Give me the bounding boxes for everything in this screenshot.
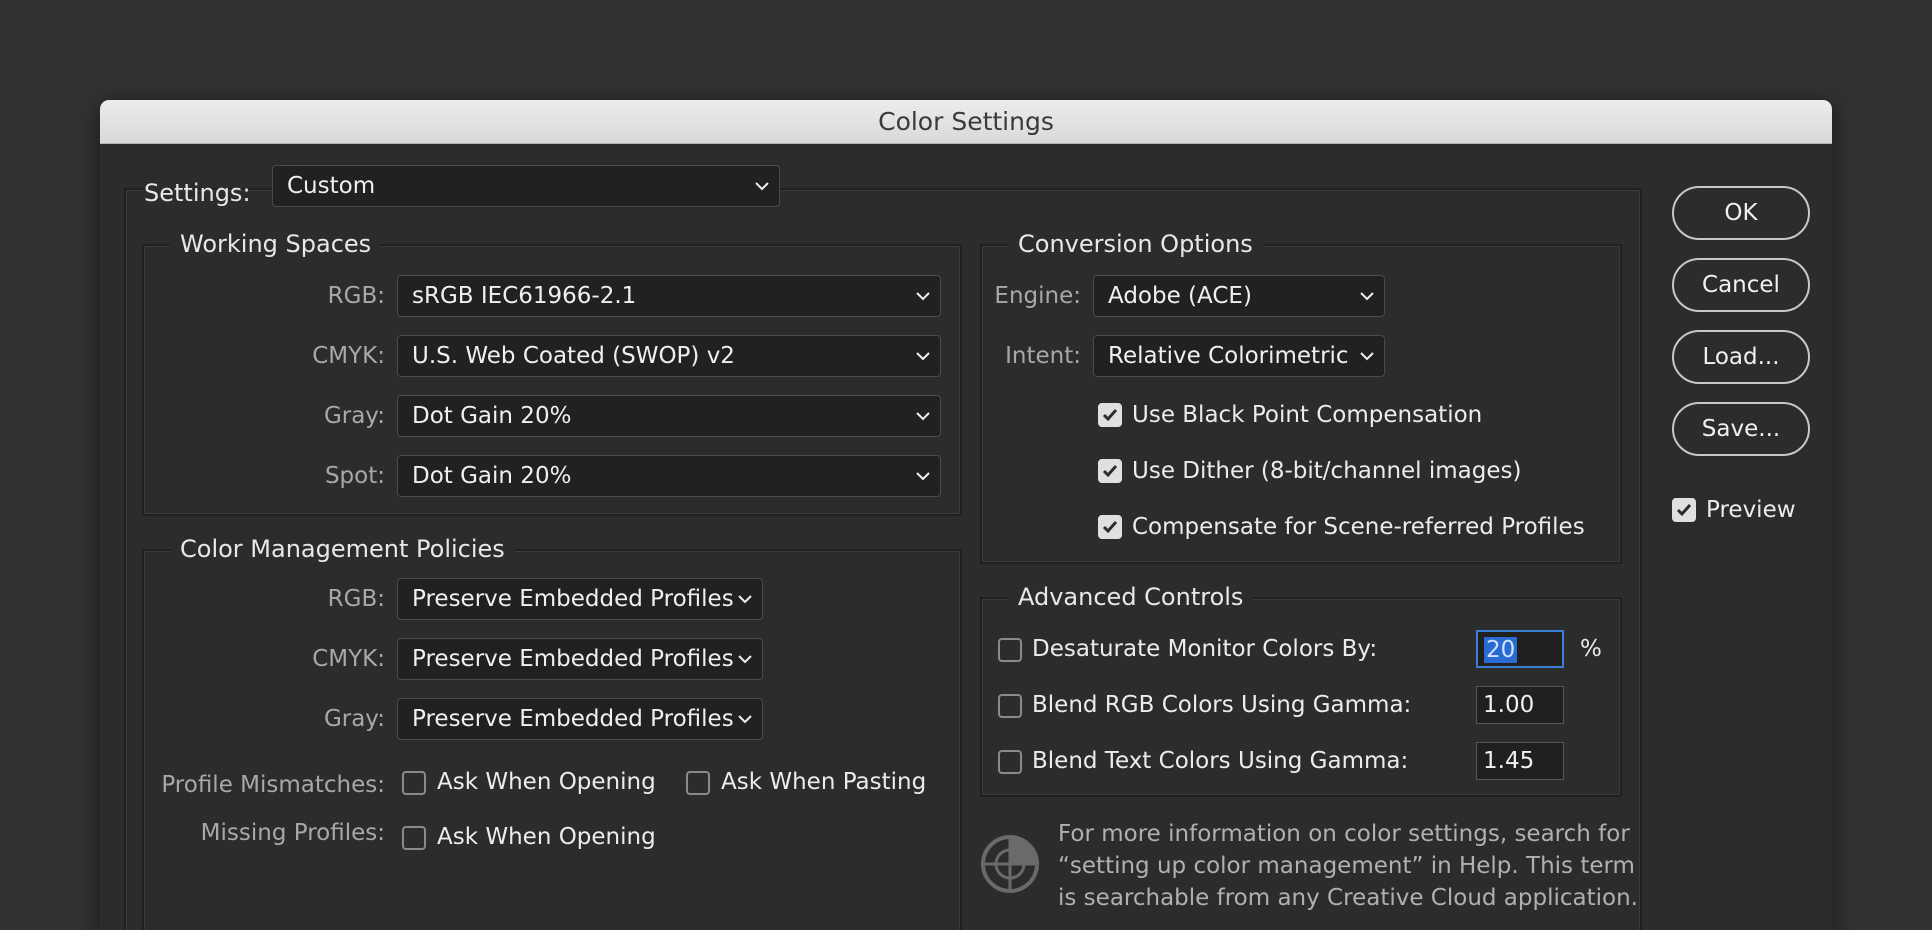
blend-rgb-input[interactable]: 1.00	[1476, 686, 1564, 724]
ws-rgb-label: RGB:	[327, 283, 385, 309]
ws-spot-label: Spot:	[324, 463, 385, 489]
save-button[interactable]: Save...	[1672, 402, 1810, 456]
missing-ask-when-opening-label: Ask When Opening	[437, 824, 656, 850]
policy-cmyk-label: CMYK:	[312, 646, 385, 672]
ws-gray-value: Dot Gain 20%	[412, 403, 572, 429]
color-settings-info-icon	[981, 835, 1039, 893]
policies-title: Color Management Policies	[170, 534, 515, 564]
chevron-down-icon	[738, 595, 752, 604]
working-spaces-title: Working Spaces	[170, 229, 382, 259]
desaturate-unit: %	[1580, 636, 1602, 662]
policy-rgb-select[interactable]: Preserve Embedded Profiles	[397, 578, 763, 620]
advanced-title: Advanced Controls	[1008, 582, 1254, 612]
policy-gray-label: Gray:	[323, 706, 385, 732]
ws-spot-value: Dot Gain 20%	[412, 463, 572, 489]
ok-button[interactable]: OK	[1672, 186, 1810, 240]
checkmark-icon	[1102, 465, 1118, 478]
ws-spot-select[interactable]: Dot Gain 20%	[397, 455, 941, 497]
info-line-3: is searchable from any Creative Cloud ap…	[1058, 885, 1638, 911]
chevron-down-icon	[1360, 292, 1374, 301]
policy-rgb-label: RGB:	[327, 586, 385, 612]
policy-gray-value: Preserve Embedded Profiles	[412, 706, 734, 732]
conversion-title: Conversion Options	[1008, 229, 1263, 259]
blend-text-label: Blend Text Colors Using Gamma:	[1032, 748, 1409, 774]
intent-value: Relative Colorimetric	[1108, 343, 1349, 369]
checkmark-icon	[1102, 521, 1118, 534]
chevron-down-icon	[916, 472, 930, 481]
load-button[interactable]: Load...	[1672, 330, 1810, 384]
policy-gray-select[interactable]: Preserve Embedded Profiles	[397, 698, 763, 740]
window-title: Color Settings	[100, 100, 1832, 144]
policy-rgb-value: Preserve Embedded Profiles	[412, 586, 734, 612]
checkmark-icon	[1676, 504, 1692, 517]
policy-cmyk-select[interactable]: Preserve Embedded Profiles	[397, 638, 763, 680]
ask-when-opening-checkbox[interactable]	[402, 771, 426, 795]
settings-select[interactable]: Custom	[272, 165, 780, 207]
blend-text-checkbox[interactable]	[998, 750, 1022, 774]
intent-select[interactable]: Relative Colorimetric	[1093, 335, 1385, 377]
ask-when-opening-label: Ask When Opening	[437, 769, 656, 795]
blend-text-input[interactable]: 1.45	[1476, 742, 1564, 780]
chevron-down-icon	[916, 292, 930, 301]
preview-label: Preview	[1706, 497, 1796, 523]
missing-ask-when-opening-checkbox[interactable]	[402, 826, 426, 850]
ws-cmyk-label: CMYK:	[312, 343, 385, 369]
blend-rgb-value: 1.00	[1483, 692, 1535, 718]
blend-text-value: 1.45	[1483, 748, 1535, 774]
info-text: For more information on color settings, …	[1058, 818, 1638, 914]
policy-cmyk-value: Preserve Embedded Profiles	[412, 646, 734, 672]
missing-profiles-label: Missing Profiles:	[200, 820, 385, 846]
chevron-down-icon	[738, 715, 752, 724]
chevron-down-icon	[738, 655, 752, 664]
engine-value: Adobe (ACE)	[1108, 283, 1252, 309]
settings-label: Settings:	[144, 179, 251, 207]
ws-rgb-select[interactable]: sRGB IEC61966-2.1	[397, 275, 941, 317]
chevron-down-icon	[916, 352, 930, 361]
ws-gray-label: Gray:	[323, 403, 385, 429]
scene-referred-label: Compensate for Scene-referred Profiles	[1132, 514, 1585, 540]
black-point-compensation-label: Use Black Point Compensation	[1132, 402, 1483, 428]
profile-mismatches-label: Profile Mismatches:	[161, 772, 385, 798]
cancel-button[interactable]: Cancel	[1672, 258, 1810, 312]
checkmark-icon	[1102, 409, 1118, 422]
chevron-down-icon	[755, 182, 769, 191]
settings-value: Custom	[287, 173, 376, 199]
ws-cmyk-value: U.S. Web Coated (SWOP) v2	[412, 343, 735, 369]
preview-checkbox[interactable]	[1672, 498, 1696, 522]
intent-label: Intent:	[1005, 343, 1081, 369]
black-point-compensation-checkbox[interactable]	[1098, 403, 1122, 427]
desaturate-checkbox[interactable]	[998, 638, 1022, 662]
engine-select[interactable]: Adobe (ACE)	[1093, 275, 1385, 317]
engine-label: Engine:	[994, 283, 1081, 309]
ws-gray-select[interactable]: Dot Gain 20%	[397, 395, 941, 437]
ws-cmyk-select[interactable]: U.S. Web Coated (SWOP) v2	[397, 335, 941, 377]
ask-when-pasting-label: Ask When Pasting	[721, 769, 927, 795]
use-dither-checkbox[interactable]	[1098, 459, 1122, 483]
info-line-1: For more information on color settings, …	[1058, 821, 1630, 847]
info-line-2: “setting up color management” in Help. T…	[1058, 853, 1635, 879]
use-dither-label: Use Dither (8-bit/channel images)	[1132, 458, 1522, 484]
desaturate-input[interactable]: 20	[1476, 630, 1564, 668]
chevron-down-icon	[916, 412, 930, 421]
desaturate-value: 20	[1484, 637, 1518, 663]
ask-when-pasting-checkbox[interactable]	[686, 771, 710, 795]
blend-rgb-checkbox[interactable]	[998, 694, 1022, 718]
chevron-down-icon	[1360, 352, 1374, 361]
ws-rgb-value: sRGB IEC61966-2.1	[412, 283, 637, 309]
desaturate-label: Desaturate Monitor Colors By:	[1032, 636, 1378, 662]
scene-referred-checkbox[interactable]	[1098, 515, 1122, 539]
color-settings-dialog: Color Settings Settings: Custom Working …	[100, 100, 1832, 930]
blend-rgb-label: Blend RGB Colors Using Gamma:	[1032, 692, 1412, 718]
